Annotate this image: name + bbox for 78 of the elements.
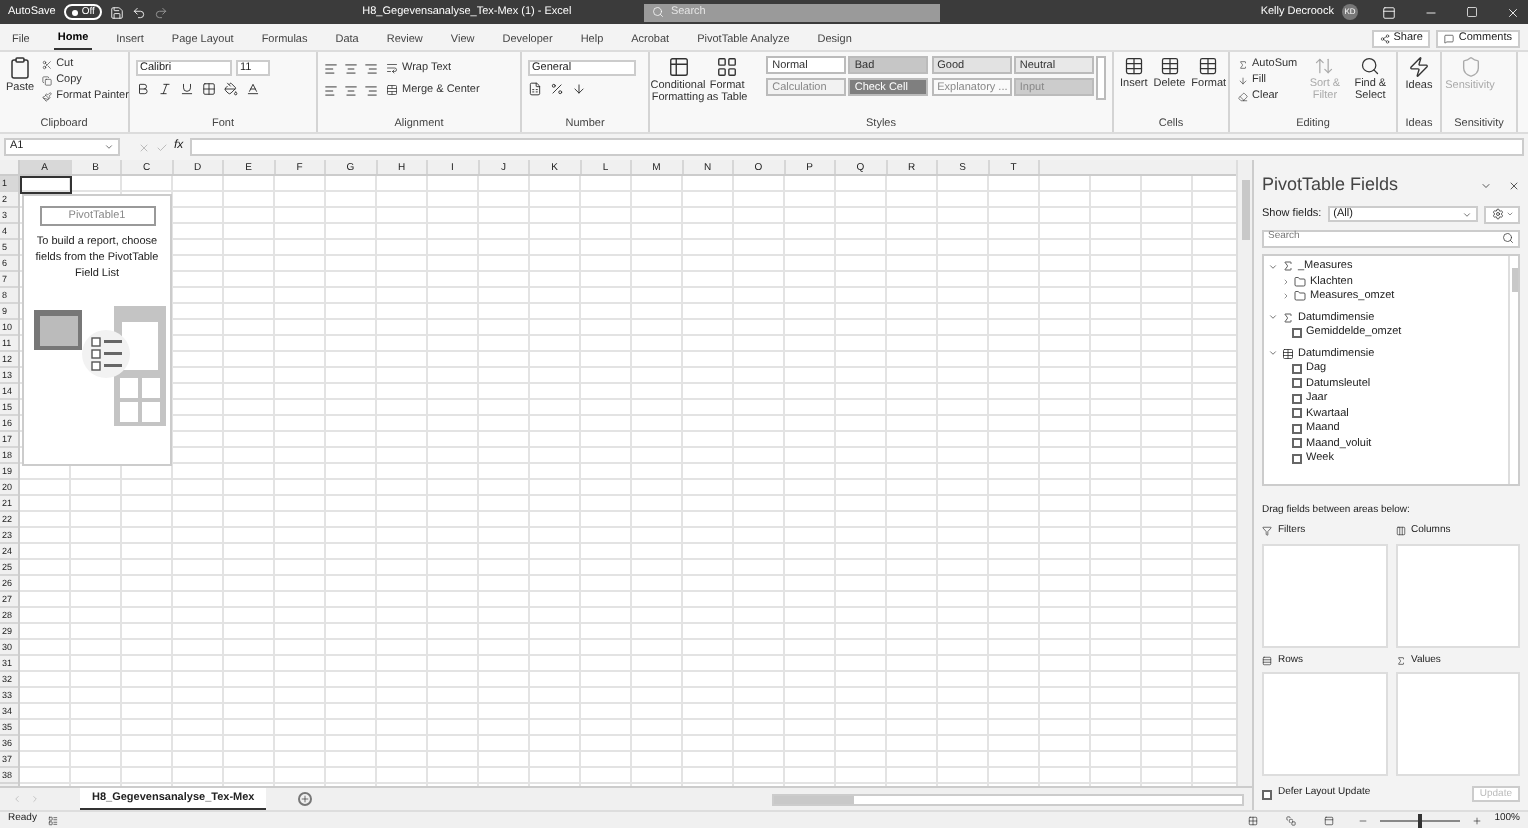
columns-icon (1395, 526, 1405, 537)
merge-icon (386, 84, 398, 96)
align-center-icon (344, 61, 358, 75)
plus-icon (300, 794, 311, 804)
sigma-icon (1282, 311, 1294, 324)
maximize-icon (1466, 6, 1478, 18)
search-icon (652, 6, 665, 18)
new-sheet-button[interactable] (298, 792, 313, 806)
sigma-icon (1282, 260, 1294, 273)
zoom-thumb[interactable] (1418, 813, 1423, 827)
expand-toggle[interactable] (1268, 348, 1278, 359)
align-right-icon (364, 61, 378, 75)
lightning-icon (1408, 56, 1430, 78)
check-icon (156, 141, 168, 153)
field-checkbox[interactable] (1292, 408, 1302, 419)
sigma-icon (1238, 59, 1248, 69)
zoom-in-icon (1472, 815, 1483, 825)
field-list-scrollbar[interactable] (1508, 255, 1518, 483)
caret-icon (1268, 348, 1278, 359)
underline-icon (180, 82, 194, 96)
search-icon (1502, 232, 1514, 244)
pivot-illustration-drawing (29, 302, 165, 427)
chevron-down-icon (104, 142, 114, 152)
expand-toggle[interactable] (1268, 312, 1278, 323)
align-left-icon (324, 83, 338, 97)
search-icon (1360, 56, 1381, 76)
settings-button[interactable] (1484, 205, 1520, 223)
eraser-icon (1238, 91, 1248, 101)
sigma-icon (1395, 655, 1405, 666)
wrap-text-icon (386, 62, 398, 74)
normal-view-icon (1248, 815, 1259, 825)
formula-field[interactable] (189, 138, 1524, 156)
settings-icon (1491, 208, 1503, 220)
horizontal-scrollbar[interactable] (772, 793, 1244, 805)
undo-icon (132, 5, 147, 19)
filter-icon (1262, 526, 1272, 537)
arrow-down-icon (1238, 75, 1248, 85)
defer-checkbox[interactable] (1262, 789, 1272, 799)
share-icon (1379, 34, 1390, 44)
bold-icon (136, 82, 150, 96)
rows-icon (1262, 655, 1272, 666)
align-center-icon (344, 83, 358, 97)
copy-icon (42, 75, 53, 85)
clipboard-icon (8, 56, 33, 80)
styles-scrollbar[interactable] (1096, 56, 1106, 100)
field-checkbox[interactable] (1292, 438, 1302, 449)
save-icon (110, 5, 125, 19)
zoom-out-icon (1358, 815, 1369, 825)
previous-sheet-icon (12, 794, 22, 804)
comment-icon (1444, 34, 1455, 44)
align-left-icon (324, 61, 338, 75)
percent-icon (550, 82, 564, 96)
vertical-scrollbar[interactable] (1236, 160, 1252, 786)
borders-icon (202, 82, 216, 96)
panel-title: PivotTable Fields (1262, 172, 1401, 198)
field-checkbox[interactable] (1292, 378, 1302, 389)
chevron-down-icon (1462, 209, 1472, 219)
expand-toggle[interactable] (1268, 261, 1278, 272)
fill-color-icon (224, 82, 238, 96)
close-icon (1506, 5, 1520, 19)
sort-icon (1314, 56, 1335, 76)
chevron-down-icon (1480, 179, 1492, 192)
cancel-icon (138, 141, 150, 153)
field-checkbox[interactable] (1292, 327, 1302, 338)
shield-icon (1459, 56, 1481, 78)
field-checkbox[interactable] (1292, 363, 1302, 374)
next-sheet-icon (30, 794, 40, 804)
field-checkbox[interactable] (1292, 453, 1302, 464)
close-icon (1508, 179, 1520, 192)
ribbon-display-icon (1382, 5, 1396, 19)
font-color-icon (246, 82, 260, 96)
paintbrush-icon (42, 91, 53, 101)
align-right-icon (364, 83, 378, 97)
redo-icon (154, 5, 169, 19)
field-checkbox[interactable] (1292, 423, 1302, 434)
selected-cell (20, 176, 72, 194)
italic-icon (158, 82, 172, 96)
field-checkbox[interactable] (1292, 393, 1302, 404)
